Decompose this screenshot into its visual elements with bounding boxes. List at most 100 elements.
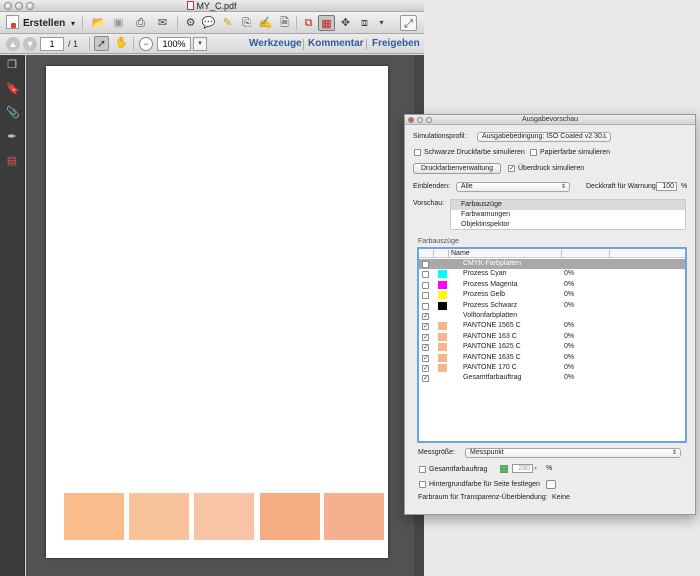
window-title-text: MY_C.pdf <box>196 1 237 11</box>
output-preview-icon[interactable]: ⧉ <box>300 15 317 31</box>
coverage-color-swatch[interactable] <box>500 465 508 473</box>
signatures-icon[interactable]: ✒ <box>6 131 18 143</box>
separation-row[interactable]: ✓ Volltonfarbplatten <box>419 311 685 321</box>
open-folder-icon[interactable]: 📂 <box>90 15 107 31</box>
separation-name: PANTONE 1635 C <box>463 353 521 361</box>
separation-name: PANTONE 163 C <box>463 332 517 340</box>
crop-icon[interactable]: ⧈ <box>356 15 373 31</box>
attach-icon[interactable]: 🗎 <box>276 15 293 31</box>
stamp-icon[interactable]: ⎘ <box>238 15 255 31</box>
separation-row[interactable]: Prozess Schwarz 0% <box>419 301 685 311</box>
print-icon[interactable]: ⎙ <box>132 15 149 31</box>
zoom-level-input[interactable] <box>157 37 191 51</box>
bookmarks-icon[interactable]: 🔖 <box>6 83 20 95</box>
email-icon[interactable]: ✉ <box>154 15 171 31</box>
more-tools-arrow[interactable]: ▾ <box>373 15 390 31</box>
preview-mode-color-warnings[interactable]: Farbwarnungen <box>451 210 685 220</box>
preview-mode-object-inspector[interactable]: Objektinspektor <box>451 220 685 230</box>
separation-visible-checkbox[interactable]: ✓ <box>422 313 429 320</box>
preview-mode-list[interactable]: Farbauszüge Farbwarnungen Objektinspekto… <box>450 199 686 230</box>
separation-visible-checkbox[interactable]: ✓ <box>422 375 429 383</box>
separation-visible-checkbox[interactable] <box>422 271 429 279</box>
separation-visible-checkbox[interactable]: ✓ <box>422 323 429 331</box>
next-page-icon[interactable]: ▼ <box>23 37 37 51</box>
toolbar-separator <box>177 16 178 30</box>
ink-manager-button[interactable]: Druckfarbenverwaltung <box>413 163 501 174</box>
tools-link[interactable]: Werkzeuge <box>249 37 302 51</box>
separation-visible-checkbox[interactable]: ✓ <box>422 354 429 362</box>
measure-select[interactable]: Messpunkt ⇕ <box>465 448 681 458</box>
pdf-page <box>46 66 388 558</box>
preview-label: Vorschau: <box>413 200 445 207</box>
acrobat-window: MY_C.pdf Erstellen ▾ 📂 ▣ ⎙ ✉ ⚙ 💬 ✎ ⎘ ✍ 🗎… <box>0 0 424 576</box>
separation-row[interactable]: ✓ PANTONE 1625 C 0% <box>419 342 685 352</box>
separation-row[interactable]: Prozess Magenta 0% <box>419 280 685 290</box>
gear-icon[interactable]: ⚙ <box>182 15 199 31</box>
total-coverage-input[interactable]: 280 <box>512 464 533 473</box>
separations-table[interactable]: Name CMYK-Farbplatten Prozess Cyan 0% Proze… <box>417 247 687 443</box>
sign-icon[interactable]: ✍ <box>257 15 274 31</box>
separation-visible-checkbox[interactable] <box>422 302 429 310</box>
comment-icon[interactable]: 💬 <box>200 15 217 31</box>
page-background-checkbox[interactable] <box>419 481 426 488</box>
create-button[interactable]: Erstellen ▾ <box>6 15 75 31</box>
color-swatch <box>64 493 124 540</box>
highlight-icon[interactable]: ✎ <box>219 15 236 31</box>
zoom-dropdown-icon[interactable]: ▾ <box>193 37 207 51</box>
show-value: Alle <box>461 183 473 190</box>
zoom-out-icon[interactable]: − <box>139 37 153 51</box>
layers-icon[interactable]: ▤ <box>6 155 18 167</box>
separation-visible-checkbox[interactable] <box>422 292 429 300</box>
separation-row[interactable]: Prozess Gelb 0% <box>419 290 685 300</box>
simulate-overprint-checkbox[interactable]: ✓ <box>508 165 515 172</box>
create-label: Erstellen <box>23 18 66 29</box>
measure-value: Messpunkt <box>470 449 504 456</box>
preview-mode-separations[interactable]: Farbauszüge <box>451 200 685 210</box>
page-background-color-swatch[interactable] <box>546 480 556 489</box>
separation-row[interactable]: ✓ PANTONE 170 C 0% <box>419 363 685 373</box>
preflight-icon[interactable]: ▦ <box>318 15 335 31</box>
total-coverage-checkbox[interactable] <box>419 466 426 473</box>
fullscreen-icon[interactable]: ⤢ <box>400 15 417 31</box>
previous-page-icon[interactable]: ▲ <box>6 37 20 51</box>
separation-visible-checkbox[interactable] <box>422 261 429 268</box>
column-header-name: Name <box>451 250 470 257</box>
separation-visible-checkbox[interactable] <box>422 281 429 289</box>
separation-visible-checkbox[interactable]: ✓ <box>422 333 429 341</box>
separation-visible-checkbox[interactable]: ✓ <box>422 344 429 352</box>
transparency-blend-value: Keine <box>552 494 570 501</box>
separation-row[interactable]: ✓ PANTONE 163 C 0% <box>419 332 685 342</box>
select-cursor-icon[interactable]: ➚ <box>94 36 109 51</box>
separation-coverage: 0% <box>564 270 575 278</box>
show-select[interactable]: Alle ⇕ <box>456 182 570 192</box>
save-icon[interactable]: ▣ <box>110 15 127 31</box>
simulate-paper-color-checkbox[interactable] <box>530 149 537 156</box>
separation-visible-checkbox[interactable]: ✓ <box>422 365 429 372</box>
separation-row[interactable]: Prozess Cyan 0% <box>419 269 685 279</box>
separation-color-chip <box>438 343 447 352</box>
hand-tool-icon[interactable]: ✋ <box>113 36 130 51</box>
separation-row[interactable]: CMYK-Farbplatten <box>419 259 685 269</box>
navigation-pane: ❐ 🔖 📎 ✒ ▤ <box>0 55 25 576</box>
comment-link[interactable]: Kommentar <box>308 37 364 51</box>
simulate-black-ink-checkbox[interactable] <box>414 149 421 156</box>
page-number-input[interactable] <box>40 37 64 51</box>
separations-section-label: Farbauszüge <box>418 238 459 245</box>
separation-row[interactable]: ✓ PANTONE 1635 C 0% <box>419 353 685 363</box>
page-thumbnails-icon[interactable]: ❐ <box>6 59 18 71</box>
warning-opacity-unit: % <box>681 183 688 190</box>
separation-row[interactable]: ✓ Gesamtfarbauftrag 0% <box>419 373 685 383</box>
separation-coverage: 0% <box>564 280 575 288</box>
separation-color-chip <box>438 280 447 289</box>
separation-row[interactable]: ✓ PANTONE 1565 C 0% <box>419 321 685 331</box>
attachments-icon[interactable]: 📎 <box>6 107 20 119</box>
document-area[interactable] <box>26 55 424 576</box>
warning-opacity-input[interactable]: 100 <box>656 182 677 191</box>
share-link[interactable]: Freigeben <box>372 37 420 51</box>
edit-object-icon[interactable]: ✥ <box>337 15 354 31</box>
separation-coverage: 0% <box>564 353 575 361</box>
simulation-profile-select[interactable]: Ausgabebedingung: ISO Coated v2 30... ⇕ <box>477 132 611 142</box>
separation-color-chip <box>438 364 447 372</box>
simulate-black-ink-label: Schwarze Druckfarbe simulieren <box>424 149 525 156</box>
total-coverage-stepper-icon[interactable]: ▾ <box>534 464 537 474</box>
